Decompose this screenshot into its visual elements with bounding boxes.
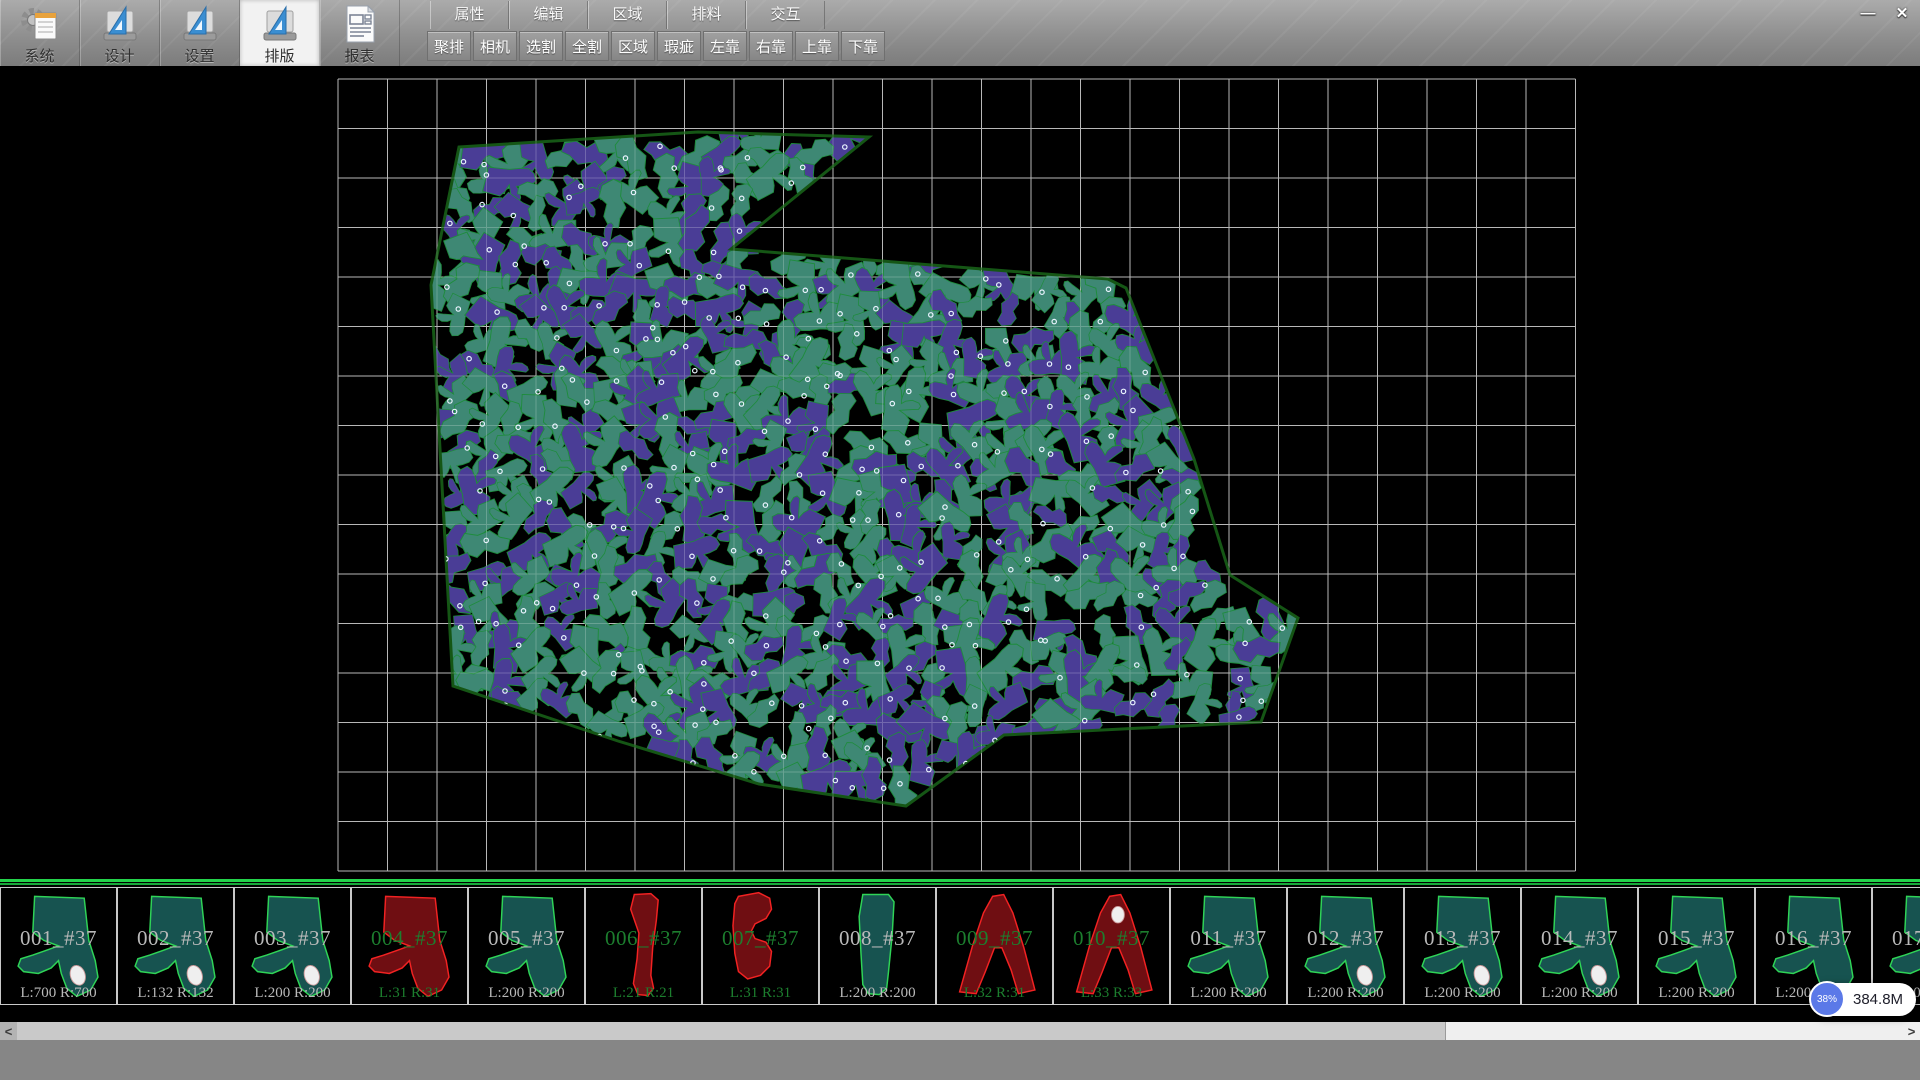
- part-shape: [473, 889, 580, 1001]
- nav-button-label: 设计: [104, 45, 134, 66]
- part-shape: [1175, 889, 1282, 1001]
- part-shape: [824, 889, 931, 1001]
- part-shape: [5, 889, 112, 1001]
- nav-button-label: 报表: [344, 45, 374, 66]
- panel-border-line-2: [0, 883, 1920, 885]
- part-thumbnail-15[interactable]: 015_#37 L:200 R:200: [1638, 887, 1755, 1005]
- part-thumbnail-2[interactable]: 002_#37 L:132 R:132: [117, 887, 234, 1005]
- settings-ruler-icon: [177, 3, 223, 44]
- tool-button-9[interactable]: 上靠: [795, 31, 839, 61]
- tool-button-3[interactable]: 选割: [519, 31, 563, 61]
- part-thumbnail-9[interactable]: 009_#37 L:32 R:31: [936, 887, 1053, 1005]
- part-shape: [590, 889, 697, 1001]
- part-thumbnail-list: 001_#37 L:700 R:700 002_#37 L:132 R:132 …: [0, 887, 1920, 1005]
- scroll-left-arrow-icon[interactable]: <: [0, 1022, 17, 1040]
- part-thumbnail-4[interactable]: 004_#37 L:31 R:31: [351, 887, 468, 1005]
- status-bar: [0, 1040, 1920, 1080]
- part-thumbnail-1[interactable]: 001_#37 L:700 R:700: [0, 887, 117, 1005]
- part-shape: [1058, 889, 1165, 1001]
- part-shape: [941, 889, 1048, 1001]
- scrollbar-thumb[interactable]: [17, 1022, 1446, 1040]
- part-shape: [707, 889, 814, 1001]
- part-shape: [1643, 889, 1750, 1001]
- tool-button-6[interactable]: 瑕疵: [657, 31, 701, 61]
- nav-strip: 系统 设计 设置 排版 报表: [0, 0, 400, 66]
- tool-button-7[interactable]: 左靠: [703, 31, 747, 61]
- part-shape: [239, 889, 346, 1001]
- part-thumbnail-3[interactable]: 003_#37 L:200 R:200: [234, 887, 351, 1005]
- scroll-right-arrow-icon[interactable]: >: [1903, 1022, 1920, 1040]
- menu-tab-3[interactable]: 区域: [588, 1, 667, 29]
- parts-panel: 001_#37 L:700 R:700 002_#37 L:132 R:132 …: [0, 879, 1920, 1022]
- part-shape: [122, 889, 229, 1001]
- part-shape: [1292, 889, 1399, 1001]
- minimize-button[interactable]: —: [1853, 2, 1883, 24]
- nav-button-4[interactable]: 排版: [240, 0, 320, 66]
- tool-button-8[interactable]: 右靠: [749, 31, 793, 61]
- nav-button-5[interactable]: 报表: [320, 0, 400, 66]
- part-thumbnail-13[interactable]: 013_#37 L:200 R:200: [1404, 887, 1521, 1005]
- part-thumbnail-5[interactable]: 005_#37 L:200 R:200: [468, 887, 585, 1005]
- design-ruler-icon: [97, 3, 143, 44]
- part-thumbnail-11[interactable]: 011_#37 L:200 R:200: [1170, 887, 1287, 1005]
- window-controls: — ✕: [1853, 2, 1917, 24]
- nesting-canvas[interactable]: [0, 66, 1920, 879]
- part-shape: [1409, 889, 1516, 1001]
- ribbon-toolbar: 系统 设计 设置 排版 报表 属性编辑区域排料交互 聚排相机选割全割区域瑕疵左靠…: [0, 0, 1920, 66]
- menu-tab-4[interactable]: 排料: [667, 1, 746, 29]
- menu-tab-2[interactable]: 编辑: [509, 1, 588, 29]
- tool-strip: 聚排相机选割全割区域瑕疵左靠右靠上靠下靠: [427, 31, 885, 61]
- tool-button-10[interactable]: 下靠: [841, 31, 885, 61]
- part-thumbnail-12[interactable]: 012_#37 L:200 R:200: [1287, 887, 1404, 1005]
- part-thumbnail-6[interactable]: 006_#37 L:21 R:21: [585, 887, 702, 1005]
- memory-percent-indicator: 38%: [1809, 981, 1845, 1017]
- tool-button-5[interactable]: 区域: [611, 31, 655, 61]
- tab-strip: 属性编辑区域排料交互: [430, 1, 825, 29]
- tool-button-1[interactable]: 聚排: [427, 31, 471, 61]
- part-thumbnail-7[interactable]: 007_#37 L:31 R:31: [702, 887, 819, 1005]
- nav-button-3[interactable]: 设置: [160, 0, 240, 66]
- nav-button-label: 排版: [264, 45, 294, 66]
- nav-button-label: 设置: [184, 45, 214, 66]
- menu-tab-1[interactable]: 属性: [430, 1, 509, 29]
- memory-usage-badge[interactable]: 38% 384.8M: [1810, 983, 1916, 1016]
- part-shape: [356, 889, 463, 1001]
- horizontal-scrollbar[interactable]: < >: [0, 1022, 1920, 1040]
- memory-amount-label: 384.8M: [1853, 991, 1903, 1008]
- tool-button-2[interactable]: 相机: [473, 31, 517, 61]
- part-thumbnail-14[interactable]: 014_#37 L:200 R:200: [1521, 887, 1638, 1005]
- part-thumbnail-10[interactable]: 010_#37 L:33 R:33: [1053, 887, 1170, 1005]
- nav-button-label: 系统: [24, 45, 54, 66]
- close-button[interactable]: ✕: [1887, 2, 1917, 24]
- layout-ruler-icon: [257, 3, 303, 44]
- tool-button-4[interactable]: 全割: [565, 31, 609, 61]
- menu-tab-5[interactable]: 交互: [746, 1, 825, 29]
- part-shape: [1526, 889, 1633, 1001]
- part-thumbnail-8[interactable]: 008_#37 L:200 R:200: [819, 887, 936, 1005]
- nav-button-2[interactable]: 设计: [80, 0, 160, 66]
- gear-document-icon: [17, 3, 63, 44]
- nav-button-1[interactable]: 系统: [0, 0, 80, 66]
- report-document-icon: [337, 3, 383, 44]
- panel-border-line: [0, 879, 1920, 882]
- nest-drawing[interactable]: [0, 66, 1920, 879]
